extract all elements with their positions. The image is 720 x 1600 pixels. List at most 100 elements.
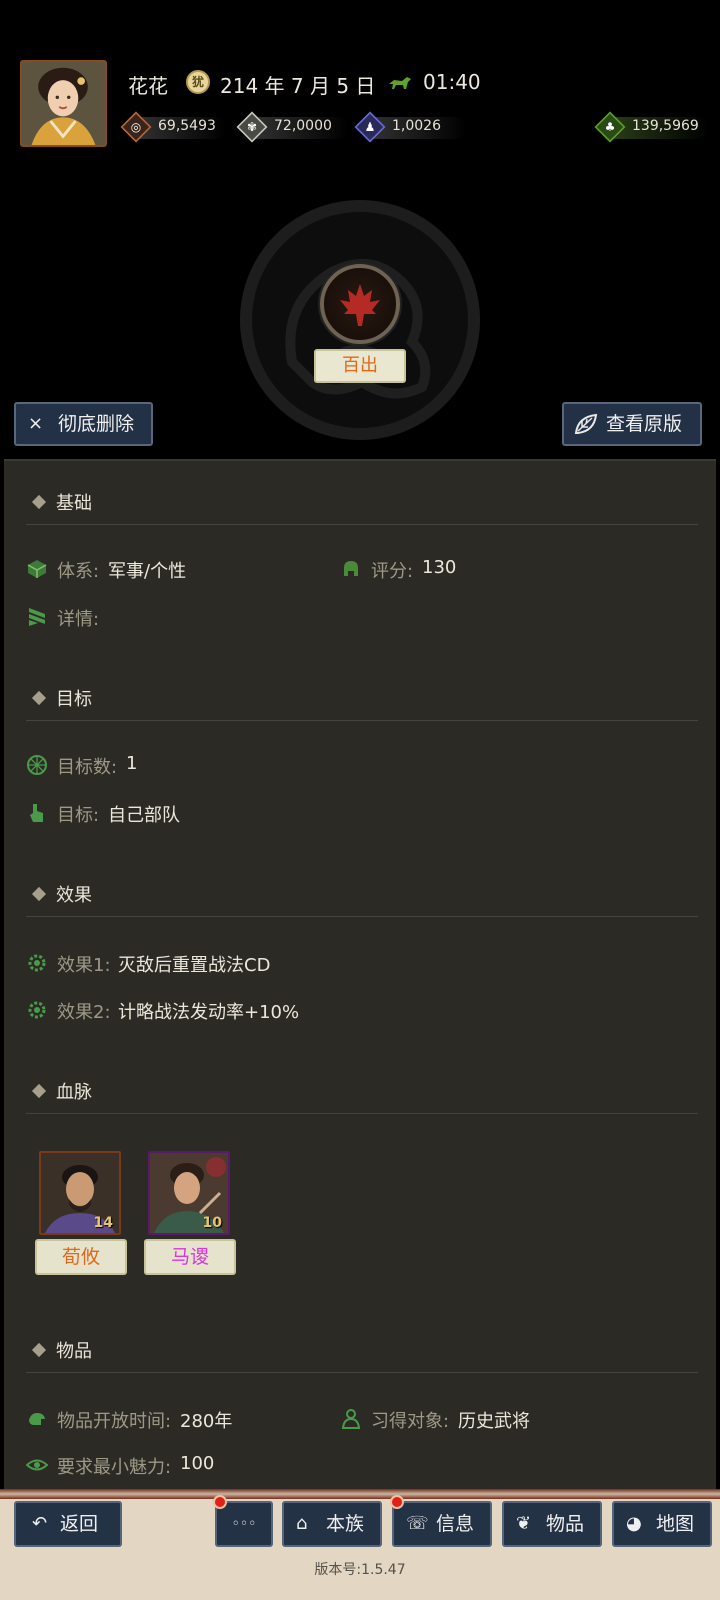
section-bloodline: 血脉: [26, 1068, 698, 1114]
pointer-icon: [30, 804, 43, 822]
soldier-icon: ♟: [364, 120, 376, 134]
field-value: 1: [126, 753, 138, 774]
info-button[interactable]: ☏ 信息: [390, 1495, 492, 1547]
section-header: 基础: [26, 479, 698, 525]
target-icon: [27, 755, 47, 775]
helmet-icon: [344, 561, 358, 576]
field-key: 习得对象:: [371, 1411, 450, 1432]
bag-icon: ♣: [604, 120, 616, 134]
chat-icon: ☏: [406, 1513, 429, 1534]
diamond-icon: [31, 690, 47, 706]
grain-icon: ✾: [246, 120, 258, 134]
more-button[interactable]: ◦◦◦: [213, 1495, 273, 1547]
bottom-nav: ↶ 返回 ◦◦◦ ⌂ 本族 ☏ 信息 ❦ 物品 ◕ 地图 版本号:1.5.47: [0, 1495, 720, 1600]
tactic-icon: [320, 264, 400, 344]
back-button[interactable]: ↶ 返回: [14, 1501, 122, 1547]
gear-icon: [28, 1001, 46, 1019]
horse-icon: [389, 77, 411, 89]
calendar-icon: 犹: [186, 70, 210, 94]
back-label: 返回: [60, 1513, 99, 1535]
field-value: 280年: [180, 1411, 233, 1432]
field-key: 体系:: [57, 561, 100, 582]
section-basic: 基础: [26, 479, 698, 525]
section-effect: 效果: [26, 871, 698, 917]
section-header: 效果: [26, 871, 698, 917]
resource-value: 69,5493: [158, 118, 216, 134]
items-icon: ❦: [516, 1513, 532, 1534]
tactic-name-badge: 百出: [314, 349, 406, 383]
field-value: 军事/个性: [108, 561, 187, 582]
game-time: 01:40: [423, 70, 481, 94]
scroll-icon: [29, 608, 45, 626]
section-header: 物品: [26, 1327, 698, 1373]
more-icon: ◦◦◦: [231, 1516, 257, 1532]
back-arrow-icon: ↶: [32, 1513, 48, 1534]
detail-panel[interactable]: 基础 体系: 军事/个性 评分: 130 详情: 目标 目标数: 1 目标: 自…: [4, 459, 716, 1489]
diamond-icon: [31, 886, 47, 902]
resource-value: 1,0026: [392, 118, 441, 134]
section-header: 目标: [26, 675, 698, 721]
version-label: 版本号:1.5.47: [314, 1562, 406, 1578]
resource-grain[interactable]: ✾ 72,0000: [236, 111, 348, 144]
field-value: 自己部队: [108, 805, 180, 826]
clan-label: 本族: [326, 1513, 365, 1535]
diamond-icon: [31, 1083, 47, 1099]
delete-permanently-button[interactable]: × 彻底删除: [14, 402, 153, 446]
clan-button[interactable]: ⌂ 本族: [282, 1501, 382, 1547]
section-target: 目标: [26, 675, 698, 721]
hero-level: 14: [93, 1215, 113, 1231]
field-key: 物品开放时间:: [57, 1411, 172, 1432]
view-original-button[interactable]: 查看原版: [562, 402, 702, 446]
close-icon: ×: [28, 413, 44, 434]
resource-supply[interactable]: ♣ 139,5969: [594, 111, 708, 144]
items-button[interactable]: ❦ 物品: [502, 1501, 602, 1547]
scholar-icon: [341, 1409, 361, 1429]
view-original-label: 查看原版: [606, 413, 683, 435]
diamond-icon: [31, 1342, 47, 1358]
field-key: 目标:: [57, 805, 100, 826]
hero-level: 10: [202, 1215, 222, 1231]
maple-leaf-icon: [340, 284, 380, 326]
field-key: 评分:: [371, 561, 414, 582]
section-title: 目标: [56, 689, 92, 710]
resource-value: 139,5969: [632, 118, 699, 134]
field-key: 目标数:: [57, 757, 118, 778]
section-title: 效果: [56, 885, 92, 906]
bloodline-hero[interactable]: 14 荀攸: [35, 1151, 127, 1277]
hero-name: 荀攸: [35, 1239, 127, 1275]
notification-dot: [390, 1495, 404, 1509]
field-value: 130: [422, 557, 457, 578]
resource-troops[interactable]: ♟ 1,0026: [354, 111, 466, 144]
game-date: 214 年 7 月 5 日: [220, 74, 376, 98]
cube-icon: [27, 560, 47, 578]
info-label: 信息: [436, 1513, 475, 1535]
player-avatar[interactable]: [20, 60, 107, 147]
player-name: 花花: [128, 74, 168, 98]
field-value: 100: [180, 1453, 215, 1474]
leaf-icon: [574, 413, 598, 434]
field-key: 效果2:: [57, 1002, 111, 1023]
diamond-icon: [31, 494, 47, 510]
bloodline-hero[interactable]: 10 马谡: [144, 1151, 236, 1277]
globe-icon: ◕: [626, 1513, 642, 1534]
hero-portrait: 10: [148, 1151, 230, 1235]
field-value: 灭敌后重置战法CD: [118, 955, 271, 976]
section-title: 物品: [56, 1341, 92, 1362]
map-button[interactable]: ◕ 地图: [612, 1501, 712, 1547]
delete-label: 彻底删除: [58, 413, 135, 435]
field-key: 详情:: [57, 609, 100, 630]
hero-name: 马谡: [144, 1239, 236, 1275]
resource-money[interactable]: ◎ 69,5493: [120, 111, 226, 144]
items-label: 物品: [546, 1513, 585, 1535]
eye-icon: [26, 1459, 48, 1471]
gear-icon: [28, 954, 46, 972]
field-key: 要求最小魅力:: [57, 1457, 172, 1478]
resource-value: 72,0000: [274, 118, 332, 134]
map-label: 地图: [656, 1513, 695, 1535]
coin-icon: ◎: [130, 120, 142, 134]
field-value: 计略战法发动率+10%: [118, 1002, 300, 1023]
portrait-image: [22, 62, 105, 145]
field-value: 历史武将: [458, 1411, 530, 1432]
section-item: 物品: [26, 1327, 698, 1373]
hand-icon: [29, 1413, 45, 1425]
